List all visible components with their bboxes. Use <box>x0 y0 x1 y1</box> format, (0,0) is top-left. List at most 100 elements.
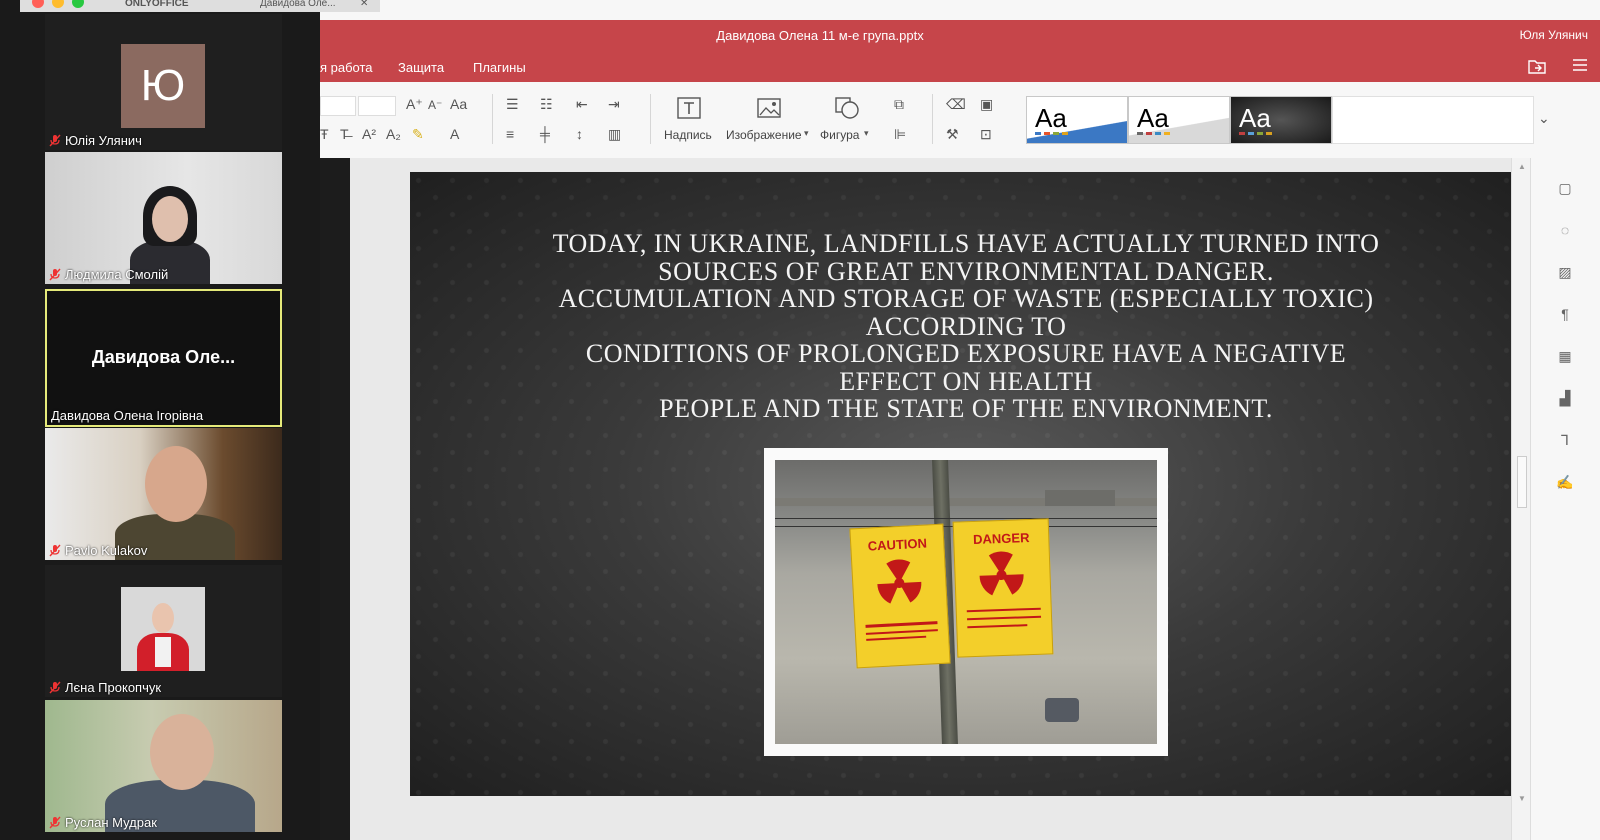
open-location-icon[interactable] <box>1528 58 1546 79</box>
vertical-align-icon[interactable]: ╪ <box>540 126 550 142</box>
theme-color-bars <box>1137 132 1170 135</box>
avatar <box>121 587 205 671</box>
window-close-dot[interactable] <box>32 0 44 8</box>
highlight-icon[interactable]: ✎ <box>412 126 424 143</box>
font-size-select[interactable] <box>358 96 396 116</box>
webcam-video <box>45 152 282 284</box>
align-left-icon[interactable]: ≡ <box>506 126 514 142</box>
superscript-icon[interactable]: A² <box>362 126 376 142</box>
participant-name: Давидова Олена Ігорівна <box>51 408 203 423</box>
textbox-icon <box>677 97 701 119</box>
menu-icon[interactable] <box>1572 58 1588 77</box>
slide-size-icon[interactable]: ⊡ <box>980 126 992 143</box>
scroll-down-icon[interactable]: ▼ <box>1518 794 1526 803</box>
image-settings-icon[interactable]: ▨ <box>1555 264 1575 284</box>
participant-tile-active[interactable]: Давидова Оле... Давидова Олена Ігорівна <box>45 289 282 427</box>
webcam-video <box>45 428 282 560</box>
text-art-settings-icon[interactable]: Ꞁ <box>1555 432 1575 452</box>
muted-mic-icon <box>49 816 61 829</box>
document-title: Давидова Олена 11 м-е група.pptx <box>716 28 924 43</box>
decrease-indent-icon[interactable]: ⇤ <box>576 96 588 113</box>
participant-tile[interactable]: Ю Юлія Улянич <box>45 14 282 150</box>
signature-settings-icon[interactable]: ✍ <box>1555 474 1575 494</box>
paragraph-settings-icon[interactable]: ¶ <box>1555 306 1575 326</box>
chart-settings-icon[interactable]: ▟ <box>1555 390 1575 410</box>
toolbar-separator <box>650 94 651 144</box>
slide-text-line: people and the state of the environment. <box>659 394 1273 423</box>
copy-style-icon[interactable]: ⚒ <box>946 126 959 143</box>
avatar: Ю <box>121 44 205 128</box>
browser-tab-onlyoffice[interactable]: ONLYOFFICE <box>125 0 225 12</box>
shape-label: Фигура <box>820 128 860 142</box>
slide-text-line: sources of great environmental danger. <box>658 256 1274 286</box>
insert-image-button[interactable]: Изображение ▾ <box>724 92 814 148</box>
arrange-icon[interactable]: ⧉ <box>894 96 904 113</box>
theme-gallery-empty <box>1332 96 1534 144</box>
window-minimize-dot[interactable] <box>52 0 64 8</box>
scroll-up-icon[interactable]: ▲ <box>1518 162 1526 171</box>
table-settings-icon[interactable]: ▦ <box>1555 348 1575 368</box>
participant-name-label: Лєна Прокопчук <box>65 680 162 695</box>
chevron-down-icon: ▾ <box>804 128 809 138</box>
image-icon <box>757 98 781 118</box>
slide-canvas[interactable]: Today, in Ukraine, landfills have actual… <box>410 172 1522 796</box>
theme-color-bars <box>1239 132 1272 135</box>
chevron-down-icon[interactable]: ⌄ <box>1538 110 1550 127</box>
video-call-panel: ONLYOFFICE Давидова Оле... ✕ Ю Юлія Улян… <box>0 0 380 840</box>
slide-image-frame[interactable]: CAUTION DANGER <box>764 448 1168 756</box>
scrollbar-thumb[interactable] <box>1517 456 1527 508</box>
editor-toolbar: A⁺ A⁻ Aa Ŧ T̶ A² A₂ ✎ A ☰ ☷ ⇤ ⇥ ≡ ╪ ↕ ▥ … <box>320 82 1600 159</box>
danger-sign-text: DANGER <box>972 530 1030 548</box>
font-color-icon[interactable]: A <box>450 126 459 142</box>
strikethrough-icon[interactable]: Ŧ <box>320 126 329 142</box>
participant-tile[interactable]: Pavlo Kulakov <box>45 428 282 560</box>
right-settings-panel: ▢ ◌ ▨ ¶ ▦ ▟ Ꞁ ✍ <box>1530 158 1600 840</box>
caution-sign-text: CAUTION <box>867 535 928 554</box>
participant-tile[interactable]: Руслан Мудрак <box>45 700 282 832</box>
align-shapes-icon[interactable]: ⊫ <box>894 126 906 143</box>
theme-sample-text: Aa <box>1035 103 1067 133</box>
theme-sample-text: Aa <box>1239 103 1271 133</box>
shape-settings-icon[interactable]: ◌ <box>1555 222 1575 242</box>
user-name[interactable]: Юля Улянич <box>1520 28 1588 42</box>
participant-tile[interactable]: Лєна Прокопчук <box>45 565 282 697</box>
line-spacing-icon[interactable]: ↕ <box>576 126 583 142</box>
participant-name: Людмила Смолій <box>49 267 168 282</box>
browser-tab-document[interactable]: Давидова Оле... <box>260 0 355 12</box>
clear-style-icon[interactable]: ⌫ <box>946 96 966 113</box>
window-maximize-dot[interactable] <box>72 0 84 8</box>
slide-text-box[interactable]: Today, in Ukraine, landfills have actual… <box>470 230 1462 423</box>
participant-name-label: Давидова Олена Ігорівна <box>51 408 204 423</box>
tab-collaboration[interactable]: я работа <box>320 60 373 75</box>
increase-indent-icon[interactable]: ⇥ <box>608 96 620 113</box>
theme-thumbnail-gray[interactable]: Aa <box>1128 96 1230 144</box>
participant-tile[interactable]: Людмила Смолій <box>45 152 282 284</box>
participant-name-label: Юлія Улянич <box>65 133 142 148</box>
editor-header: Давидова Олена 11 м-е група.pptx Юля Уля… <box>320 20 1600 82</box>
columns-icon[interactable]: ▥ <box>608 126 621 143</box>
strikethrough-icon[interactable]: T̶ <box>340 126 349 142</box>
participant-name-label: Людмила Смолій <box>65 267 169 282</box>
change-layout-icon[interactable]: ▣ <box>980 96 993 113</box>
increase-font-icon[interactable]: A⁺ <box>406 96 423 113</box>
insert-shape-button[interactable]: Фигура ▾ <box>818 92 878 148</box>
vertical-scrollbar[interactable]: ▲ ▼ <box>1511 158 1530 840</box>
toolbar-separator <box>492 94 493 144</box>
slide-settings-icon[interactable]: ▢ <box>1555 180 1575 200</box>
font-name-select[interactable] <box>320 96 356 116</box>
theme-thumbnail-dark[interactable]: Aa <box>1230 96 1332 144</box>
subscript-icon[interactable]: A₂ <box>386 126 401 142</box>
numbered-list-icon[interactable]: ☷ <box>540 96 553 113</box>
bullet-list-icon[interactable]: ☰ <box>506 96 519 113</box>
participant-name: Руслан Мудрак <box>49 815 157 830</box>
tab-protection[interactable]: Защита <box>398 60 444 75</box>
tab-plugins[interactable]: Плагины <box>473 60 526 75</box>
theme-thumbnail-blue[interactable]: Aa <box>1026 96 1128 144</box>
change-case-icon[interactable]: Aa <box>450 96 467 112</box>
radiation-icon <box>877 559 922 604</box>
theme-color-bars <box>1035 132 1068 135</box>
tab-close-icon[interactable]: ✕ <box>360 0 372 12</box>
shape-icon <box>835 97 859 119</box>
decrease-font-icon[interactable]: A⁻ <box>428 98 442 112</box>
insert-textbox-button[interactable]: Надпись <box>660 92 716 148</box>
